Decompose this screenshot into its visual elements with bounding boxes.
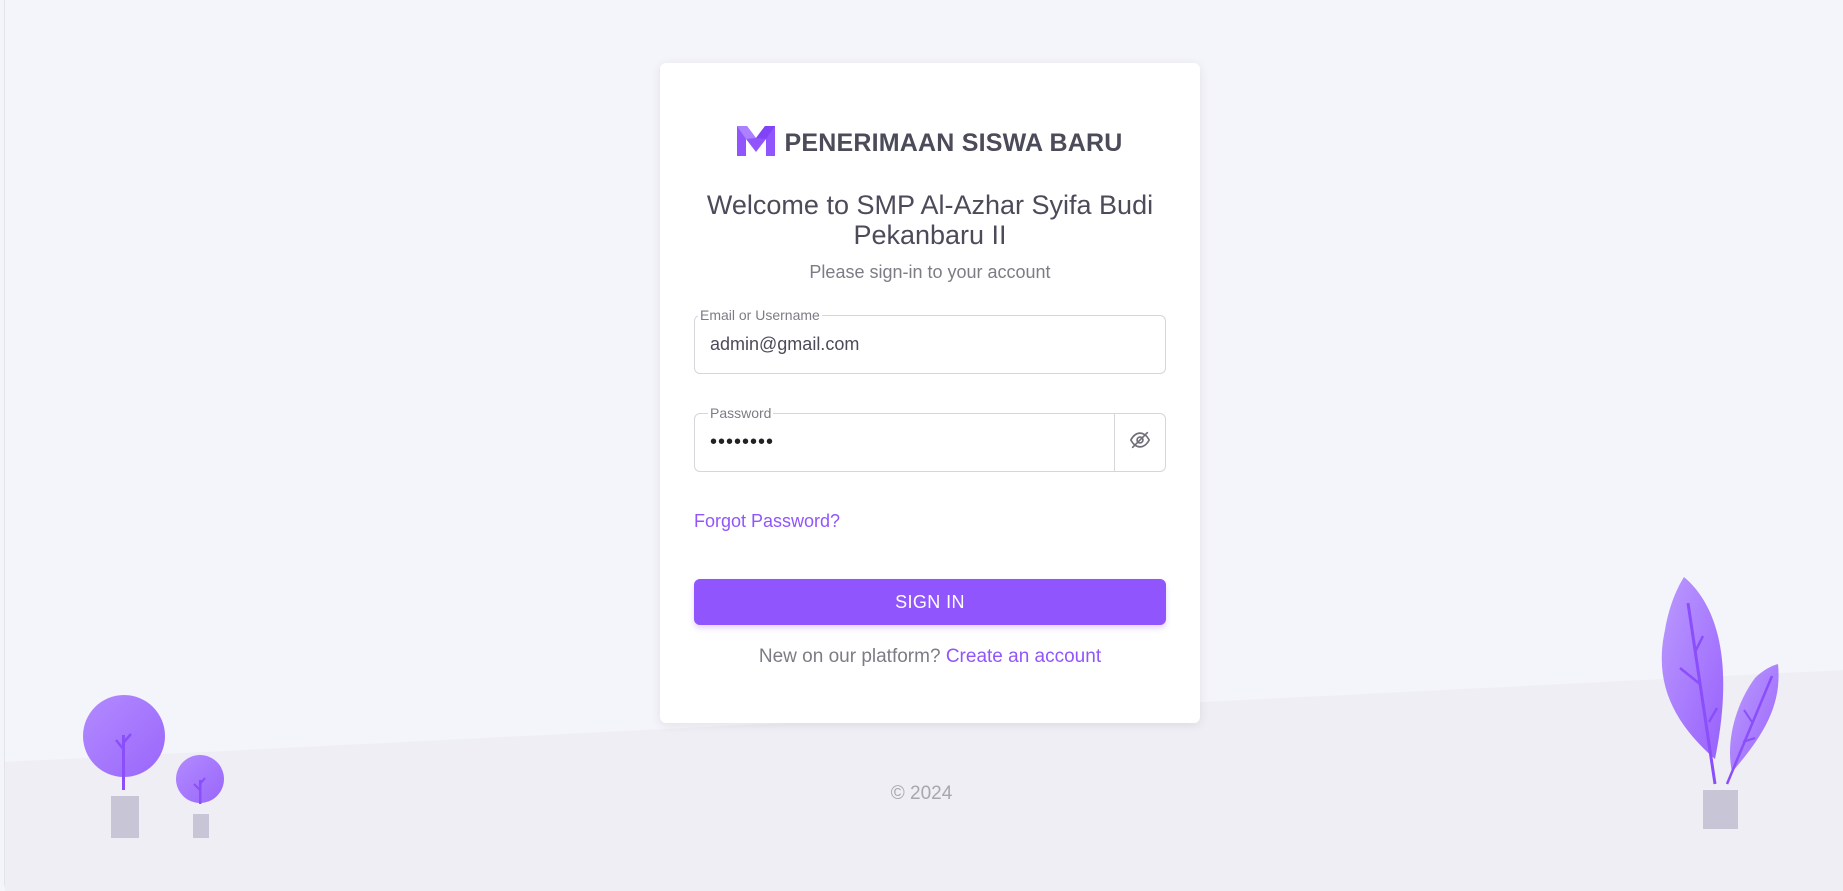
register-prompt: New on our platform? Create an account — [694, 646, 1166, 668]
email-field[interactable]: Email or Username admin@gmail.com — [694, 307, 1166, 374]
eye-off-icon — [1129, 429, 1151, 456]
tree-illustration-left — [83, 695, 224, 838]
welcome-heading: Welcome to SMP Al-Azhar Syifa Budi Pekan… — [706, 190, 1154, 250]
m-logo-icon — [737, 126, 776, 161]
password-visibility-toggle[interactable] — [1114, 414, 1165, 471]
password-field[interactable]: Password •••••••• — [694, 405, 1166, 472]
create-account-link[interactable]: Create an account — [946, 646, 1101, 667]
register-prompt-text: New on our platform? — [758, 646, 941, 667]
signin-subtitle: Please sign-in to your account — [809, 262, 1051, 282]
footer-copyright: © 2024 — [890, 783, 953, 804]
sign-in-button[interactable]: SIGN IN — [694, 579, 1166, 625]
password-input[interactable]: •••••••• — [710, 414, 774, 471]
login-card: PENERIMAAN SISWA BARU Welcome to SMP Al-… — [660, 63, 1200, 723]
email-input[interactable]: admin@gmail.com — [710, 316, 859, 373]
brand-name: PENERIMAAN SISWA BARU — [784, 129, 1123, 157]
forgot-password-link[interactable]: Forgot Password? — [694, 511, 840, 532]
brand-header: PENERIMAAN SISWA BARU — [660, 126, 1200, 161]
